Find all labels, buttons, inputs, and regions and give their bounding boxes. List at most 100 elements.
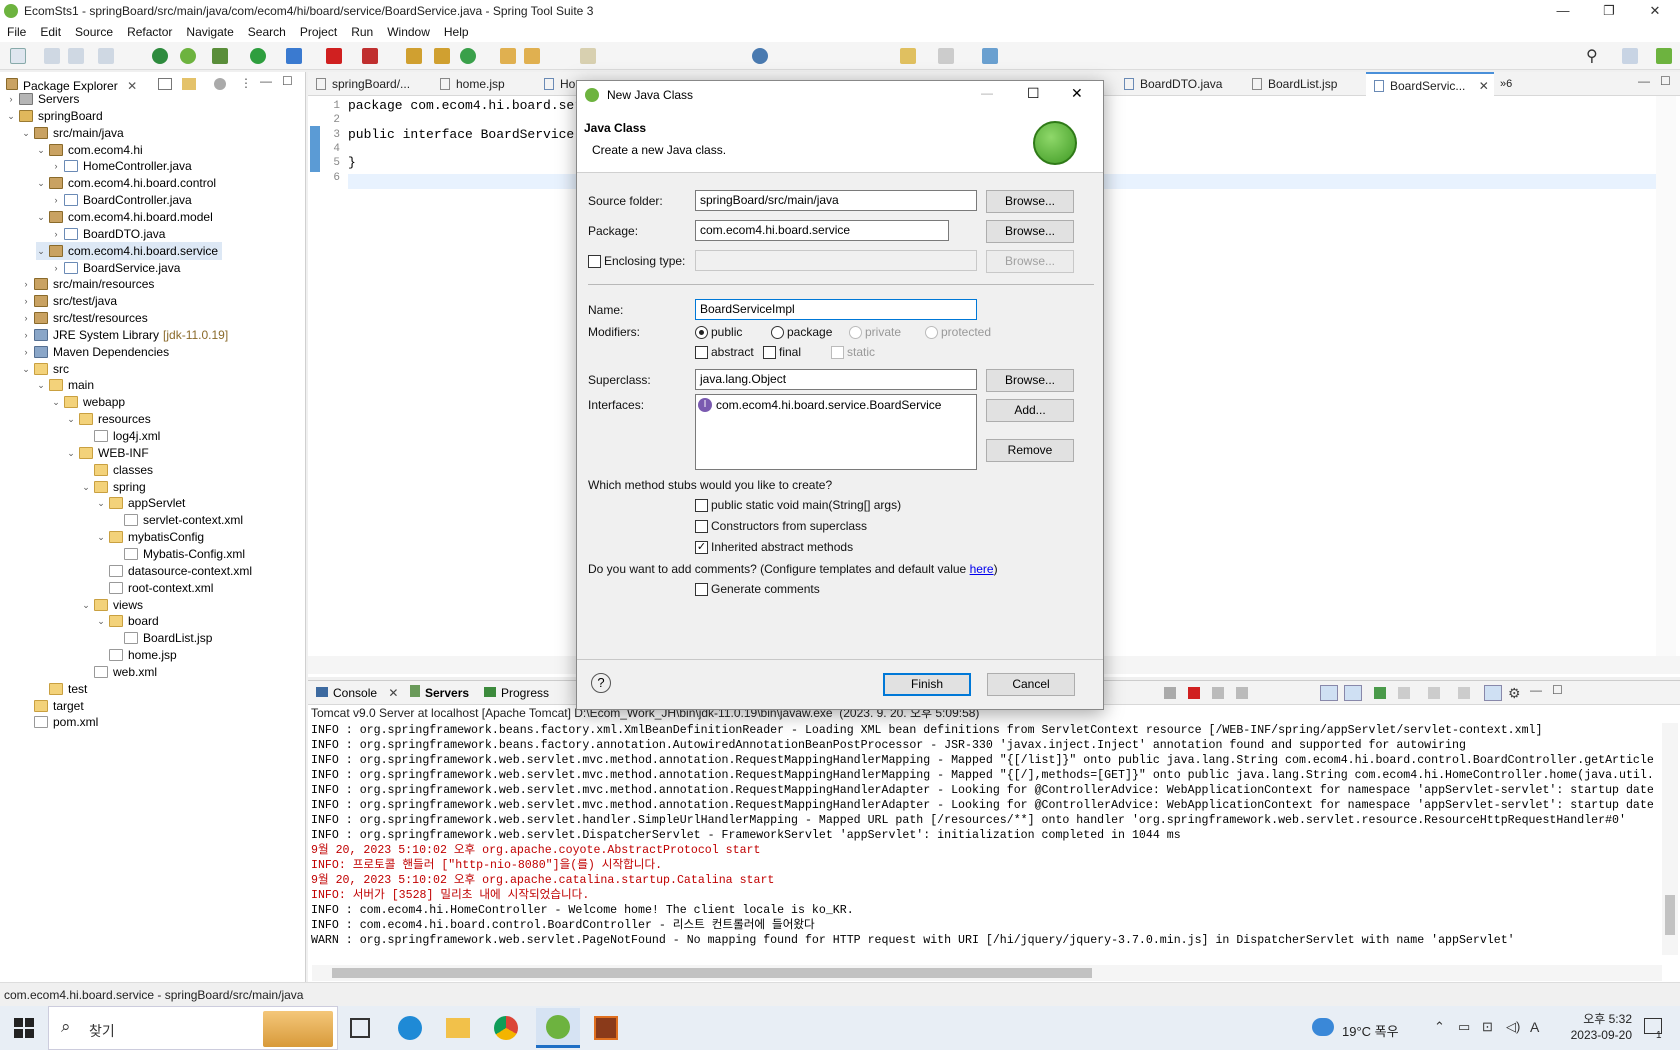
tree-item-boarddto[interactable]: › BoardDTO.java (51, 225, 166, 243)
ime-indicator[interactable]: A (1530, 1019, 1539, 1035)
tree-item-boardlist[interactable]: BoardList.jsp (111, 629, 212, 647)
tree-item-home-jsp[interactable]: home.jsp (96, 646, 177, 664)
close-tab-icon[interactable]: ✕ (127, 79, 137, 93)
tree-item-main[interactable]: ⌄ main (36, 376, 94, 394)
interfaces-list[interactable]: I com.ecom4.hi.board.service.BoardServic… (695, 394, 977, 470)
volume-icon[interactable]: ◁) (1506, 1019, 1520, 1035)
maximize-console-icon[interactable]: ☐ (1552, 683, 1563, 697)
open-console-icon[interactable] (1428, 687, 1440, 699)
constructors-stub-checkbox[interactable] (695, 520, 708, 533)
chevron-right-icon[interactable]: › (51, 259, 61, 277)
collapse-all-icon[interactable] (158, 78, 172, 90)
menu-source[interactable]: Source (68, 25, 120, 39)
tree-item-pkg-model[interactable]: ⌄ com.ecom4.hi.board.model (36, 208, 213, 226)
close-tab-icon[interactable]: ✕ (1479, 79, 1489, 93)
code-line[interactable]: } (348, 155, 356, 170)
more-tabs[interactable]: »6 (1500, 72, 1530, 96)
chevron-right-icon[interactable]: › (21, 343, 31, 361)
coverage-icon[interactable] (286, 48, 302, 64)
superclass-field[interactable]: java.lang.Object (695, 369, 977, 390)
pin-console-icon[interactable] (1374, 687, 1386, 699)
menu-search[interactable]: Search (241, 25, 293, 39)
minimize-view-icon[interactable]: — (260, 74, 272, 88)
chrome-icon[interactable] (494, 1016, 518, 1040)
chevron-down-icon[interactable]: ⌄ (66, 410, 76, 428)
weather-icon[interactable] (1312, 1018, 1334, 1036)
tree-item-servlet-context[interactable]: servlet-context.xml (111, 511, 243, 529)
tree-item-web-xml[interactable]: web.xml (81, 663, 157, 681)
word-wrap-icon[interactable] (1344, 685, 1362, 701)
tab-servlet-context[interactable]: springBoard/... (316, 72, 426, 96)
tab-home-controller[interactable]: Ho (544, 72, 575, 96)
tree-item-mybatisconfig[interactable]: ⌄ mybatisConfig (96, 528, 204, 546)
stop-server-icon[interactable] (326, 48, 342, 64)
sts-taskbar-button[interactable] (536, 1008, 580, 1048)
dialog-maximize-icon[interactable]: ☐ (1027, 85, 1040, 102)
chevron-down-icon[interactable]: ⌄ (81, 478, 91, 496)
chevron-down-icon[interactable]: ⌄ (36, 174, 46, 192)
source-folder-field[interactable]: springBoard/src/main/java (695, 190, 977, 211)
configure-templates-link[interactable]: here (970, 562, 994, 576)
chevron-down-icon[interactable]: ⌄ (21, 124, 31, 142)
tab-servers[interactable]: Servers (410, 681, 469, 705)
chevron-up-icon[interactable]: ⌃ (1434, 1019, 1445, 1035)
cancel-button[interactable]: Cancel (987, 673, 1075, 696)
interface-list-item[interactable]: I com.ecom4.hi.board.service.BoardServic… (698, 397, 941, 413)
server-icon[interactable] (362, 48, 378, 64)
tree-item-pkg-service[interactable]: ⌄ com.ecom4.hi.board.service (36, 241, 223, 260)
debug-toggle-icon[interactable] (1484, 685, 1502, 701)
enclosing-type-checkbox[interactable] (588, 255, 601, 268)
task-view-icon[interactable] (350, 1018, 370, 1038)
search-icon[interactable]: ⚲ (1586, 46, 1598, 66)
new-class-icon[interactable] (434, 48, 450, 64)
close-tab-icon[interactable]: ✕ (388, 686, 398, 700)
tree-item-classes[interactable]: classes (81, 461, 153, 479)
clock-time[interactable]: 오후 5:32 (1572, 1010, 1632, 1027)
chevron-down-icon[interactable]: ⌄ (36, 208, 46, 226)
console-vertical-scrollbar[interactable] (1662, 723, 1678, 955)
chevron-right-icon[interactable]: › (21, 309, 31, 327)
chevron-down-icon[interactable]: ⌄ (66, 444, 76, 462)
open-perspective-icon[interactable] (1622, 48, 1638, 64)
source-folder-browse-button[interactable]: Browse... (986, 190, 1074, 213)
network-icon[interactable]: ⊡ (1482, 1019, 1493, 1035)
globe-icon[interactable] (752, 48, 768, 64)
scroll-lock-icon[interactable] (1320, 685, 1338, 701)
filter-icon[interactable] (214, 78, 226, 90)
scrollbar-thumb[interactable] (332, 968, 1092, 978)
new-wizard-icon[interactable] (460, 48, 476, 64)
tab-console[interactable]: Console ✕ (316, 681, 398, 705)
chevron-down-icon[interactable]: ⌄ (96, 528, 106, 546)
finish-button[interactable]: Finish (883, 673, 971, 696)
new-package-icon[interactable] (406, 48, 422, 64)
remove-launch-icon[interactable] (1212, 687, 1224, 699)
tree-item-boardservice[interactable]: › BoardService.java (51, 259, 181, 277)
link-editor-icon[interactable] (182, 78, 196, 90)
tree-item-spring[interactable]: ⌄ spring (81, 478, 145, 496)
app-icon[interactable] (594, 1016, 618, 1040)
menu-edit[interactable]: Edit (33, 25, 68, 39)
menu-window[interactable]: Window (380, 25, 437, 39)
run-icon[interactable] (250, 48, 266, 64)
superclass-browse-button[interactable]: Browse... (986, 369, 1074, 392)
minimize-editor-icon[interactable]: — (1638, 74, 1650, 88)
tree-item-springboard[interactable]: ⌄ springBoard (6, 107, 103, 125)
menu-file[interactable]: File (0, 25, 33, 39)
tab-home-jsp[interactable]: home.jsp (440, 72, 520, 96)
clock-date[interactable]: 2023-09-20 (1554, 1028, 1632, 1042)
chevron-down-icon[interactable]: ⌄ (51, 393, 61, 411)
debug-icon[interactable] (212, 48, 228, 64)
terminate-icon[interactable] (1188, 687, 1200, 699)
remove-interface-button[interactable]: Remove (986, 439, 1074, 462)
forward-icon[interactable] (938, 48, 954, 64)
abstract-checkbox[interactable] (695, 346, 708, 359)
weather-text[interactable]: 19°C 폭우 (1342, 1021, 1399, 1040)
perspective-icon[interactable] (982, 48, 998, 64)
scrollbar-thumb[interactable] (1665, 895, 1675, 935)
chevron-right-icon[interactable]: › (51, 225, 61, 243)
tree-item-src[interactable]: ⌄ src (21, 360, 69, 378)
chevron-right-icon[interactable]: › (21, 326, 31, 344)
tree-item-src-test-java[interactable]: › src/test/java (21, 292, 118, 310)
battery-icon[interactable]: ▭ (1458, 1019, 1470, 1035)
tree-item-test[interactable]: test (36, 680, 87, 698)
